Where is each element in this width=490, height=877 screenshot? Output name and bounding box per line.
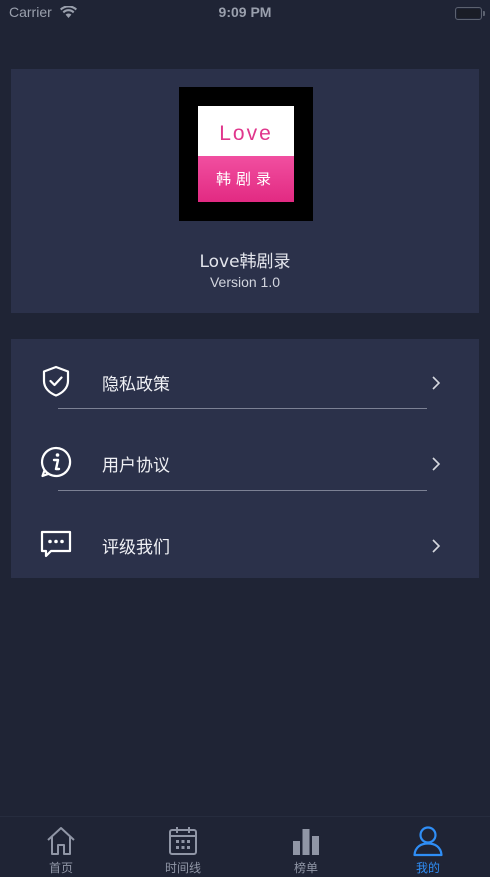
- app-name: Love韩剧录: [199, 252, 291, 272]
- tab-timeline[interactable]: 时间线: [122, 817, 244, 877]
- app-logo: Love 韩剧录: [179, 87, 313, 221]
- app-info-card: Love 韩剧录 Love韩剧录 Version 1.0: [11, 69, 479, 313]
- tab-label: 首页: [48, 861, 73, 875]
- bar-chart-icon: [290, 825, 322, 857]
- menu-item-privacy-policy[interactable]: 隐私政策: [11, 344, 479, 414]
- chevron-right-icon: [430, 456, 442, 472]
- tab-label: 我的: [415, 861, 440, 875]
- chevron-right-icon: [430, 375, 442, 391]
- menu-divider: [58, 490, 427, 491]
- app-version: Version 1.0: [209, 274, 281, 290]
- tab-label: 时间线: [164, 861, 201, 875]
- battery-icon: [455, 7, 485, 20]
- tab-home[interactable]: 首页: [0, 817, 122, 877]
- settings-menu: 隐私政策 用户协议 评级我们: [11, 339, 479, 578]
- status-bar: Carrier 9:09 PM: [0, 0, 490, 26]
- home-icon: [45, 825, 77, 857]
- menu-item-label: 评级我们: [102, 538, 170, 558]
- tab-bar: 首页 时间线 榜单 我的: [0, 816, 490, 877]
- user-icon: [412, 825, 444, 857]
- logo-bottom-text: 韩剧录: [198, 156, 294, 202]
- logo-top-text: Love: [198, 106, 294, 156]
- chevron-right-icon: [430, 538, 442, 554]
- menu-item-label: 用户协议: [102, 456, 170, 476]
- menu-item-rate-us[interactable]: 评级我们: [11, 507, 479, 577]
- menu-divider: [58, 408, 427, 409]
- tab-label: 榜单: [293, 861, 318, 875]
- status-time: 9:09 PM: [218, 4, 272, 20]
- tab-mine[interactable]: 我的: [367, 817, 489, 877]
- shield-check-icon: [39, 364, 73, 398]
- calendar-icon: [167, 825, 199, 857]
- chat-icon: [39, 527, 73, 561]
- menu-item-user-agreement[interactable]: 用户协议: [11, 425, 479, 495]
- info-icon: [39, 445, 73, 479]
- tab-rankings[interactable]: 榜单: [245, 817, 367, 877]
- menu-item-label: 隐私政策: [102, 375, 170, 395]
